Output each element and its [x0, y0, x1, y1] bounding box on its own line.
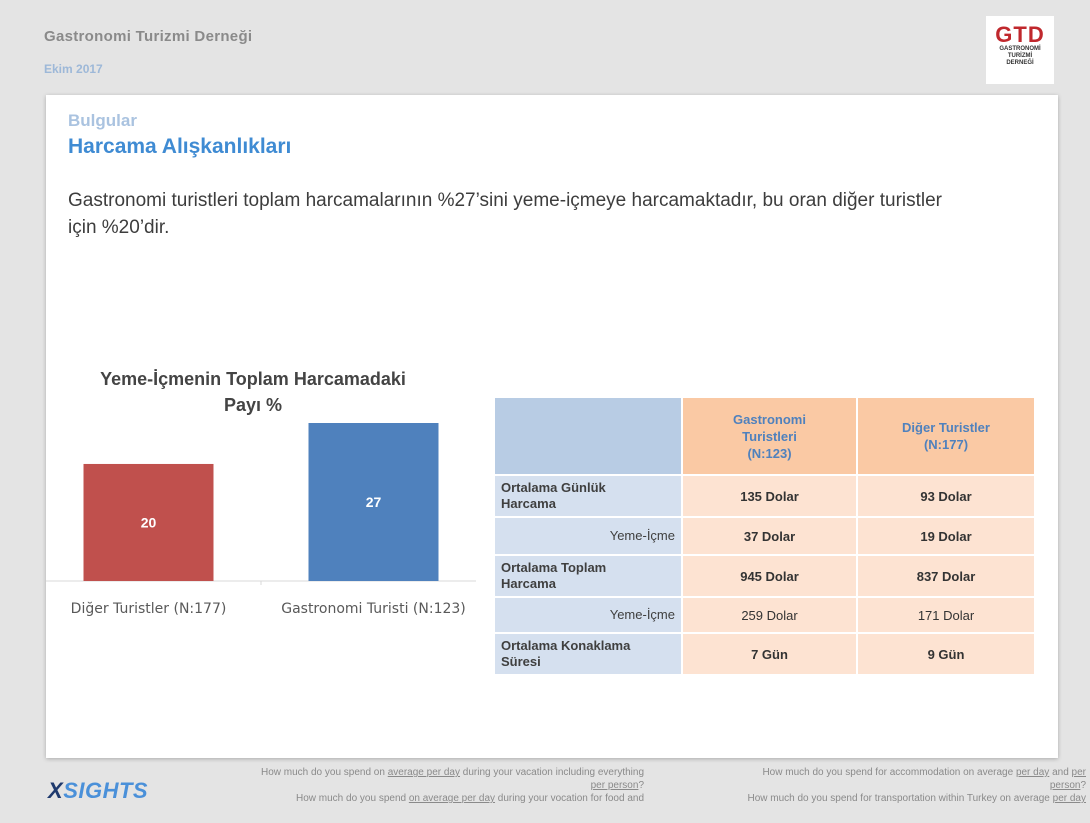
- chart-title: Yeme-İçmenin Toplam Harcamadaki Payı %: [58, 366, 448, 418]
- footnote-underlined: per day: [1015, 767, 1050, 778]
- logo-sub-line: TURİZMİ: [1007, 53, 1033, 59]
- row-label-line: Ortalama Günlük: [501, 480, 606, 495]
- row-label-line: Harcama: [501, 576, 556, 591]
- table-cell: 7 Gün: [683, 632, 858, 674]
- footnote-text: How much do you spend for transportation…: [747, 793, 1053, 804]
- report-date: Ekim 2017: [44, 62, 103, 76]
- table-row: Ortalama Toplam Harcama 945 Dolar 837 Dolar: [495, 554, 1034, 596]
- spending-table: Gastronomi Turistleri (N:123) Diğer Turi…: [495, 398, 1034, 674]
- row-label-line: Ortalama Toplam: [501, 560, 607, 575]
- footnote-underlined: per: [1071, 767, 1086, 778]
- row-label: Yeme-İçme: [495, 596, 683, 632]
- chart-title-line: Payı %: [223, 395, 283, 415]
- column-header-gastronomi: Gastronomi Turistleri (N:123): [683, 398, 858, 474]
- column-header-line: (N:177): [923, 437, 969, 452]
- footnote-underlined: per day: [1052, 793, 1086, 804]
- table-row: Yeme-İçme 259 Dolar 171 Dolar: [495, 596, 1034, 632]
- row-label-line: Süresi: [501, 654, 541, 669]
- footnote-line: How much do you spend on average per day…: [261, 766, 644, 779]
- table-cell: 135 Dolar: [683, 474, 858, 516]
- gtd-logo: GTD GASTRONOMİ TURİZMİ DERNEĞİ: [986, 16, 1054, 84]
- logo-sub-line: DERNEĞİ: [1006, 60, 1034, 66]
- table-cell: 37 Dolar: [683, 516, 858, 554]
- footnote-underlined: person: [1049, 780, 1081, 791]
- footnote-text: during your vocation for food and: [495, 793, 644, 804]
- footnote: How much do you spend on average per day…: [261, 766, 644, 805]
- row-label: Ortalama Günlük Harcama: [495, 474, 683, 516]
- footnote-line: How much do you spend on average per day…: [261, 792, 644, 805]
- table-cell: 19 Dolar: [858, 516, 1034, 554]
- organization-name: Gastronomi Turizmi Derneği: [44, 28, 253, 45]
- table-row: Ortalama Konaklama Süresi 7 Gün 9 Gün: [495, 632, 1034, 674]
- table-row: Ortalama Günlük Harcama 135 Dolar 93 Dolar: [495, 474, 1034, 516]
- footnote-underlined: per person: [590, 780, 639, 791]
- row-label-line: Ortalama Konaklama: [501, 638, 631, 653]
- table-cell: 93 Dolar: [858, 474, 1034, 516]
- table-cell: 9 Gün: [858, 632, 1034, 674]
- footnote-text: ?: [1080, 780, 1086, 791]
- column-header-line: Turistleri: [742, 428, 797, 444]
- category-label: Gastronomi Turisti (N:123): [281, 601, 466, 617]
- slide-panel: Bulgular Harcama Alışkanlıkları Gastrono…: [46, 95, 1058, 758]
- table-corner-cell: [495, 398, 683, 474]
- logo-sub-line: GASTRONOMİ: [999, 46, 1041, 52]
- footnote-line: per person?: [261, 779, 644, 792]
- table-cell: 171 Dolar: [858, 596, 1034, 632]
- footnote-underlined: average per day: [387, 767, 460, 778]
- table-cell: 945 Dolar: [683, 554, 858, 596]
- row-label: Ortalama Konaklama Süresi: [495, 632, 683, 674]
- row-label: Yeme-İçme: [495, 516, 683, 554]
- row-label-line: Harcama: [501, 496, 556, 511]
- footnote-text: How much do you spend: [296, 793, 409, 804]
- bar-chart: 20 Diğer Turistler (N:177) 27 Gastronomi Tu…: [46, 423, 476, 617]
- row-label-line: Yeme-İçme: [609, 528, 675, 543]
- data-label: 20: [141, 514, 157, 530]
- footnote-text: ?: [638, 780, 644, 791]
- table-row: Yeme-İçme 37 Dolar 19 Dolar: [495, 516, 1034, 554]
- xsights-logo-rest: SIGHTS: [63, 778, 149, 803]
- footnote: How much do you spend for accommodation …: [747, 766, 1086, 805]
- footnote-text: How much do you spend for accommodation …: [762, 767, 1016, 778]
- row-label-line: Yeme-İçme: [609, 607, 675, 622]
- footnote-text: How much do you spend on: [260, 767, 388, 778]
- table-cell: 837 Dolar: [858, 554, 1034, 596]
- table-cell: 259 Dolar: [683, 596, 858, 632]
- footnote-underlined: on average per day: [408, 793, 496, 804]
- footnote-text: during your vacation including everythin…: [460, 767, 644, 778]
- data-label: 27: [366, 494, 382, 510]
- xsights-logo: XSIGHTS: [48, 778, 148, 804]
- row-label: Ortalama Toplam Harcama: [495, 554, 683, 596]
- footnote-line: How much do you spend for transportation…: [747, 792, 1086, 805]
- column-header-line: (N:123): [747, 445, 792, 461]
- xsights-logo-x: X: [48, 778, 64, 803]
- intro-text: Gastronomi turistleri toplam harcamaları…: [68, 190, 943, 238]
- footnote-line: person?: [747, 779, 1086, 792]
- footnote-text: and: [1049, 767, 1072, 778]
- chart-title-line: Yeme-İçmenin Toplam Harcamadaki: [100, 369, 406, 389]
- column-header-diger: Diğer Turistler (N:177): [858, 398, 1034, 474]
- slide-title: Harcama Alışkanlıkları: [68, 135, 292, 158]
- logo-main-text: GTD: [995, 22, 1045, 47]
- column-header-line: Gastronomi: [733, 411, 806, 427]
- section-label: Bulgular: [68, 111, 137, 130]
- category-label: Diğer Turistler (N:177): [71, 601, 227, 617]
- column-header-line: Diğer Turistler: [902, 420, 990, 435]
- table-body: Ortalama Günlük Harcama 135 Dolar 93 Dolar Y…: [495, 474, 1034, 674]
- footnote-line: How much do you spend for accommodation …: [747, 766, 1086, 779]
